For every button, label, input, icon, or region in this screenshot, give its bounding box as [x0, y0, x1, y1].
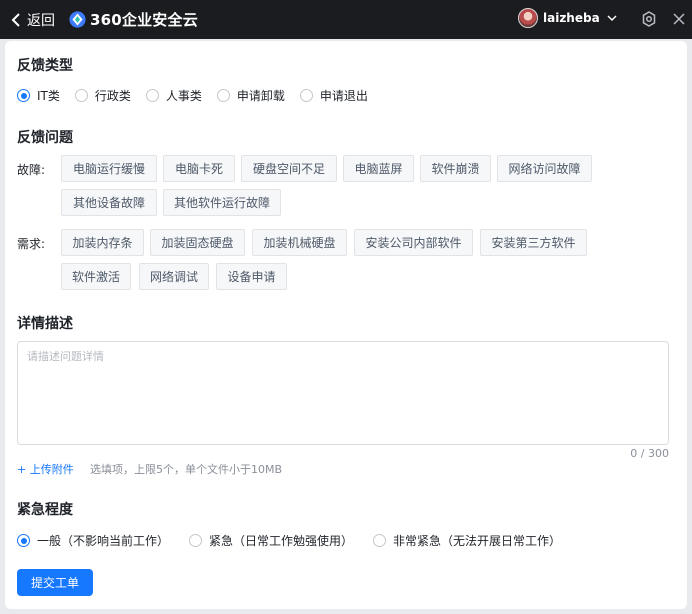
radio-dot: [189, 534, 203, 547]
fault-tag[interactable]: 其他设备故障: [61, 189, 157, 216]
feedback-form: 反馈类型 IT类 行政类 人事类 申请卸载 申请退出 反馈问题 故障: 电脑运行…: [5, 41, 687, 609]
radio-admin[interactable]: 行政类: [74, 87, 131, 104]
radio-urgency-normal[interactable]: 一般（不影响当前工作）: [17, 532, 169, 549]
app-title: 360企业安全云: [90, 11, 198, 29]
fault-tag[interactable]: 电脑蓝屏: [343, 155, 414, 182]
demand-tag[interactable]: 网络调试: [139, 263, 209, 290]
radio-dot: [216, 89, 230, 102]
demand-tag[interactable]: 加装固态硬盘: [150, 229, 245, 256]
demand-tag[interactable]: 安装第三方软件: [480, 229, 587, 256]
app-logo-icon: [69, 11, 86, 28]
urgency-options: 一般（不影响当前工作） 紧急（日常工作勉强使用） 非常紧急（无法开展日常工作）: [17, 532, 561, 549]
fault-tag[interactable]: 其他软件运行故障: [163, 189, 281, 216]
demand-label: 需求:: [17, 237, 46, 251]
radio-quit[interactable]: 申请退出: [299, 87, 368, 104]
fault-label: 故障:: [17, 163, 46, 177]
radio-dot: [145, 89, 159, 102]
back-button[interactable]: 返回: [11, 10, 55, 30]
radio-urgency-urgent[interactable]: 紧急（日常工作勉强使用）: [189, 532, 353, 549]
radio-dot: [74, 89, 88, 102]
close-icon[interactable]: [672, 12, 686, 26]
urgency-title: 紧急程度: [17, 502, 73, 518]
fault-tag[interactable]: 电脑卡死: [163, 155, 235, 182]
fault-tag[interactable]: 网络访问故障: [497, 155, 592, 182]
chevron-down-icon: [607, 15, 617, 22]
radio-dot: [373, 534, 387, 547]
user-menu[interactable]: laizheba: [518, 8, 617, 28]
radio-dot: [17, 534, 30, 547]
upload-attachment-button[interactable]: + 上传附件: [17, 461, 74, 477]
details-placeholder: 请描述问题详情: [27, 350, 104, 363]
radio-uninstall[interactable]: 申请卸载: [216, 87, 285, 104]
feedback-type-title: 反馈类型: [17, 58, 73, 74]
upload-hint: 选填项，上限5个，单个文件小于10MB: [90, 463, 283, 476]
back-label: 返回: [27, 12, 55, 29]
char-counter: 0 / 300: [630, 447, 669, 460]
fault-tag[interactable]: 电脑运行缓慢: [61, 155, 157, 182]
title-bar: 返回 360企业安全云 laizheba: [0, 0, 692, 39]
chevron-left-icon: [11, 12, 20, 27]
radio-urgency-critical[interactable]: 非常紧急（无法开展日常工作）: [373, 532, 561, 549]
demand-tag[interactable]: 安装公司内部软件: [354, 229, 473, 256]
feedback-type-options: IT类 行政类 人事类 申请卸载 申请退出: [17, 87, 368, 104]
avatar: [518, 8, 538, 28]
demand-tag[interactable]: 加装机械硬盘: [252, 229, 347, 256]
demand-tag[interactable]: 设备申请: [216, 263, 287, 290]
details-title: 详情描述: [17, 316, 73, 332]
fault-tag[interactable]: 硬盘空间不足: [241, 155, 337, 182]
demand-tag[interactable]: 加装内存条: [61, 229, 144, 256]
radio-it[interactable]: IT类: [17, 87, 60, 104]
username: laizheba: [543, 11, 600, 25]
radio-dot: [299, 89, 313, 102]
gear-icon[interactable]: [641, 11, 657, 27]
radio-dot: [17, 89, 30, 102]
demand-tag[interactable]: 软件激活: [61, 263, 131, 290]
submit-ticket-button[interactable]: 提交工单: [17, 569, 93, 596]
fault-tag[interactable]: 软件崩溃: [420, 155, 491, 182]
radio-hr[interactable]: 人事类: [145, 87, 202, 104]
feedback-issue-title: 反馈问题: [17, 130, 73, 146]
details-textarea[interactable]: 请描述问题详情: [17, 341, 669, 445]
